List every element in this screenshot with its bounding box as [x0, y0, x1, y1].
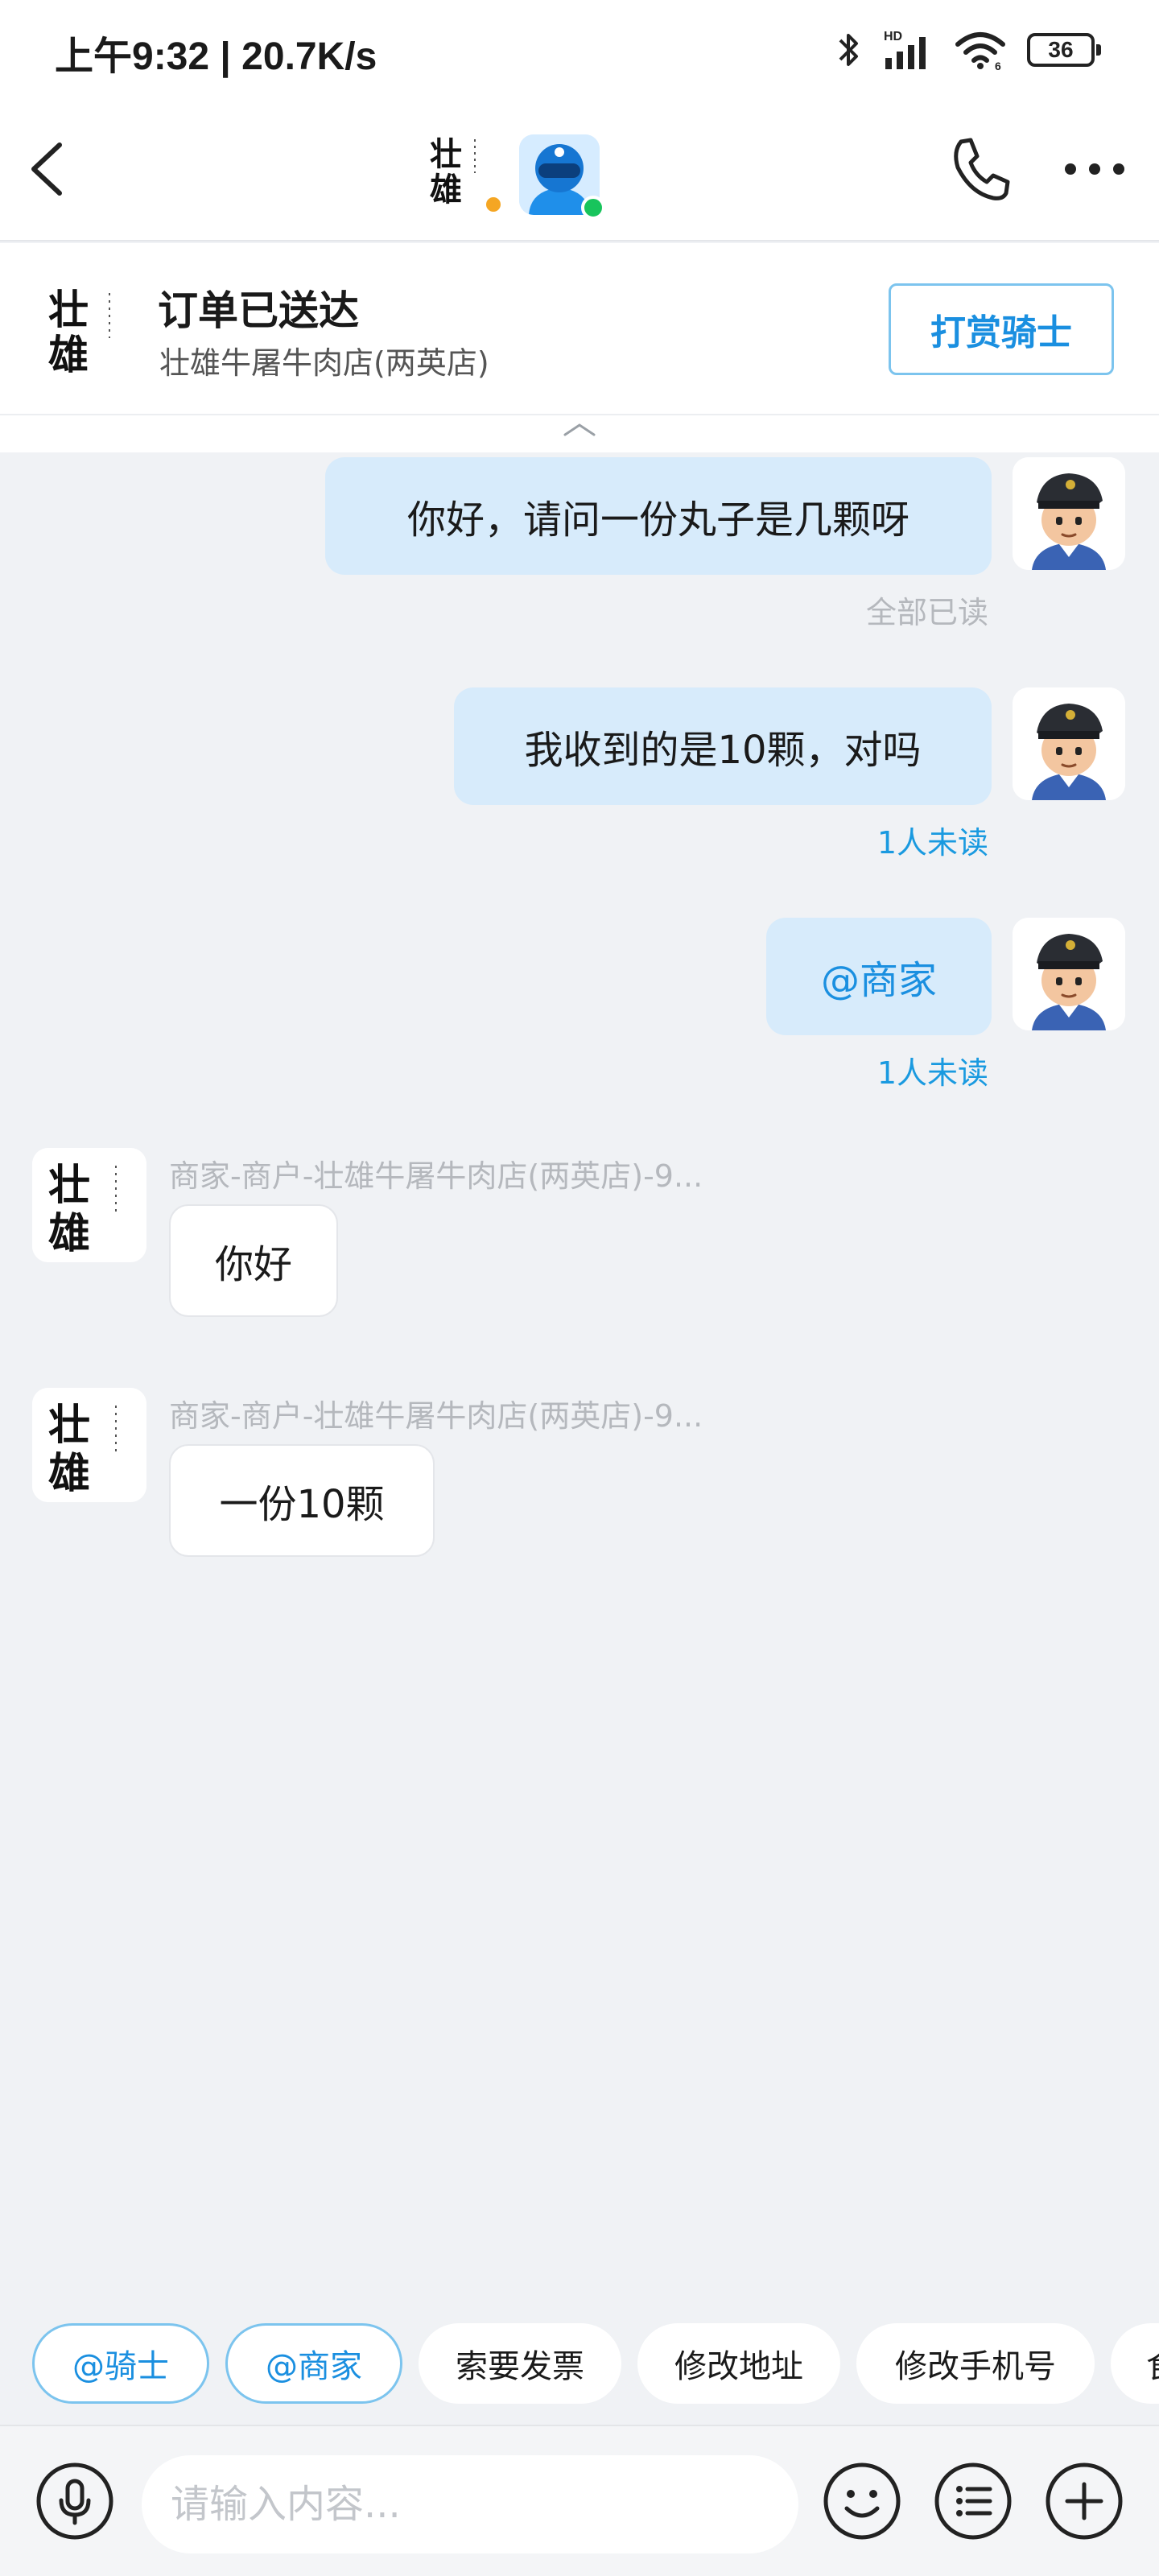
store-logo-icon: 壮 雄	[32, 1388, 146, 1502]
request-invoice-chip[interactable]: 索要发票	[419, 2323, 621, 2404]
plus-icon[interactable]	[1045, 2462, 1124, 2541]
order-status-card[interactable]: 壮 雄 订单已送达 壮雄牛屠牛肉店(两英店) 打赏骑士	[0, 243, 1159, 414]
microphone-icon[interactable]	[35, 2462, 114, 2541]
sender-name: 商家-商户-壮雄牛屠牛肉店(两英店)-9...	[169, 1398, 703, 1434]
svg-text:HD: HD	[884, 30, 902, 43]
read-status: 全部已读	[865, 595, 988, 630]
signal-hd-icon: HD	[884, 30, 926, 69]
svg-text:6: 6	[995, 60, 1001, 72]
emoji-icon[interactable]	[823, 2462, 901, 2541]
order-status-title: 订单已送达	[158, 287, 359, 334]
svg-text:雄: 雄	[430, 171, 462, 205]
change-address-chip[interactable]: 修改地址	[637, 2323, 840, 2404]
battery-icon: 36	[1027, 33, 1101, 67]
outgoing-mention-bubble[interactable]: @商家	[766, 918, 992, 1035]
mention-rider-chip[interactable]: @骑士	[32, 2323, 209, 2404]
change-phone-chip[interactable]: 修改手机号	[856, 2323, 1095, 2404]
read-status: 1人未读	[876, 1055, 988, 1091]
order-store-name: 壮雄牛屠牛肉店(两英店)	[159, 345, 489, 381]
incoming-message-bubble[interactable]: 一份10颗	[169, 1444, 435, 1557]
user-avatar[interactable]	[1013, 687, 1125, 800]
message-input-bar	[0, 2425, 1159, 2576]
svg-text:壮: 壮	[48, 286, 89, 333]
police-avatar-icon	[1013, 457, 1125, 570]
user-avatar[interactable]	[1013, 918, 1125, 1030]
store-logo-icon: 壮 雄	[48, 286, 110, 378]
order-store-logo: 壮 雄	[48, 282, 129, 378]
food-chip[interactable]: 食	[1111, 2323, 1159, 2404]
user-avatar[interactable]	[1013, 457, 1125, 570]
mention-merchant-chip[interactable]: @商家	[225, 2323, 402, 2404]
incoming-message-bubble[interactable]: 你好	[169, 1204, 338, 1317]
rider-online-badge	[581, 196, 605, 220]
police-avatar-icon	[1013, 918, 1125, 1030]
svg-text:壮: 壮	[48, 1401, 90, 1450]
collapse-bar[interactable]	[0, 414, 1159, 452]
back-icon[interactable]	[24, 135, 72, 203]
message-input[interactable]	[142, 2455, 798, 2553]
chevron-up-icon[interactable]	[560, 420, 599, 440]
wifi-icon: 6	[955, 32, 1005, 72]
list-icon[interactable]	[934, 2462, 1013, 2541]
merchant-avatar[interactable]: 壮 雄	[32, 1388, 146, 1502]
tip-rider-button[interactable]: 打赏骑士	[889, 283, 1114, 375]
phone-icon[interactable]	[947, 132, 1011, 204]
svg-text:雄: 雄	[48, 1209, 90, 1258]
battery-level: 36	[1048, 37, 1074, 62]
police-avatar-icon	[1013, 687, 1125, 800]
read-status: 1人未读	[876, 825, 988, 861]
bluetooth-icon	[839, 34, 858, 66]
chat-header: 壮 雄	[0, 97, 1159, 242]
sender-name: 商家-商户-壮雄牛屠牛肉店(两英店)-9...	[169, 1158, 703, 1194]
svg-text:壮: 壮	[430, 135, 462, 173]
store-logo-icon: 壮 雄	[32, 1148, 146, 1262]
outgoing-message-bubble[interactable]: 我收到的是10颗，对吗	[454, 687, 992, 805]
svg-text:雄: 雄	[48, 331, 89, 378]
svg-text:壮: 壮	[48, 1161, 90, 1210]
status-bar: 上午9:32 | 20.7K/s HD 6 36	[0, 0, 1159, 97]
merchant-busy-badge	[483, 194, 504, 215]
merchant-avatar[interactable]: 壮 雄	[32, 1148, 146, 1262]
participant-avatars[interactable]: 壮 雄	[427, 117, 605, 221]
more-icon[interactable]	[1062, 153, 1127, 185]
status-icons: HD 6 36	[837, 26, 1101, 74]
outgoing-message-bubble[interactable]: 你好，请问一份丸子是几颗呀	[325, 457, 992, 575]
svg-text:雄: 雄	[48, 1449, 90, 1498]
status-time: 上午9:32 | 20.7K/s	[55, 35, 377, 78]
quick-actions-row[interactable]: @骑士 @商家 索要发票 修改地址 修改手机号 食	[0, 2318, 1159, 2407]
